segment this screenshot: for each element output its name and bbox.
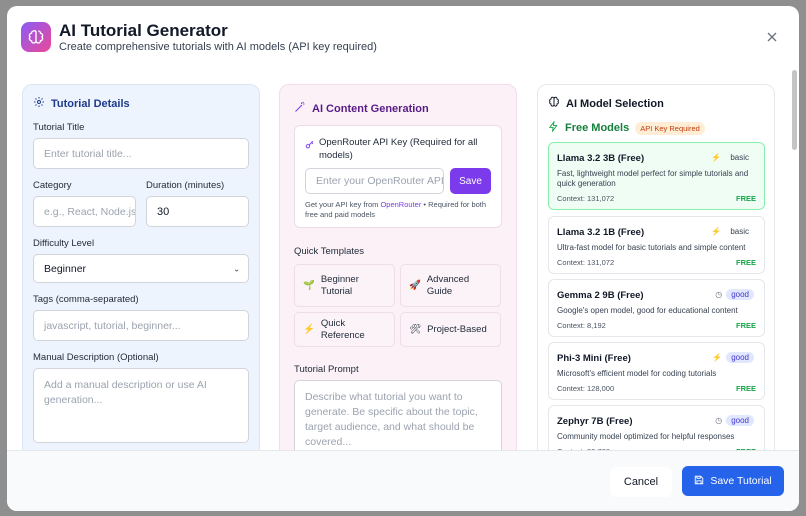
- difficulty-select[interactable]: Beginner ⌄: [33, 254, 249, 283]
- quick-templates-label: Quick Templates: [294, 246, 365, 257]
- duration-input[interactable]: 30: [146, 196, 249, 227]
- model-tier-badge: basic: [730, 227, 749, 236]
- model-name: Phi-3 Mini (Free): [557, 353, 631, 364]
- model-context: Context: 8,192: [557, 321, 606, 330]
- model-tier-badge: good: [726, 415, 754, 426]
- model-name: Llama 3.2 3B (Free): [557, 153, 645, 164]
- rocket-icon: 🚀: [409, 279, 421, 291]
- model-price: FREE: [735, 258, 756, 267]
- model-name: Llama 3.2 1B (Free): [557, 227, 645, 238]
- model-description: Fast, lightweight model perfect for simp…: [557, 169, 749, 188]
- lightning-icon: [548, 120, 559, 135]
- model-card-llama-1b[interactable]: Llama 3.2 1B (Free) ⚡ basic Ultra-fast mo…: [548, 216, 765, 274]
- model-selection-title: AI Model Selection: [548, 96, 664, 111]
- template-beginner-tutorial[interactable]: 🌱 Beginner Tutorial: [294, 264, 395, 307]
- clock-icon: ◷: [715, 416, 723, 425]
- tags-label: Tags (comma-separated): [33, 294, 139, 305]
- template-advanced-guide[interactable]: 🚀 Advanced Guide: [400, 264, 501, 307]
- seedling-icon: 🌱: [303, 279, 315, 291]
- save-tutorial-button[interactable]: Save Tutorial: [682, 466, 784, 496]
- dialog-title: AI Tutorial Generator: [59, 21, 228, 40]
- api-key-help: Get your API key from OpenRouter • Requi…: [305, 200, 487, 219]
- model-name: Gemma 2 9B (Free): [557, 290, 644, 301]
- dialog-scrollbar[interactable]: [792, 70, 797, 150]
- lightning-icon: ⚡: [712, 353, 723, 362]
- tutorial-prompt-textarea[interactable]: Describe what tutorial you want to gener…: [294, 380, 502, 460]
- cancel-button[interactable]: Cancel: [610, 467, 672, 497]
- model-description: Microsoft's efficient model for coding t…: [557, 369, 717, 378]
- lightning-icon: ⚡: [303, 323, 315, 335]
- description-textarea[interactable]: Add a manual description or use AI gener…: [33, 368, 249, 443]
- model-tier-badge: good: [726, 352, 754, 363]
- model-description: Google's open model, good for educationa…: [557, 306, 738, 315]
- model-price: FREE: [735, 384, 756, 393]
- magic-wand-icon: [294, 101, 306, 116]
- title-label: Tutorial Title: [33, 122, 85, 133]
- lightning-icon: ⚡: [711, 227, 722, 236]
- brain-icon: [548, 96, 560, 111]
- clock-icon: ◷: [715, 290, 723, 299]
- model-name: Zephyr 7B (Free): [557, 416, 633, 427]
- model-tier-badge: good: [726, 289, 754, 300]
- ai-model-selection-panel: AI Model Selection Free Models API Key R…: [537, 84, 775, 464]
- model-price: FREE: [735, 194, 756, 203]
- model-context: Context: 131,072: [557, 194, 615, 203]
- brain-icon: [21, 22, 51, 52]
- duration-label: Duration (minutes): [146, 180, 225, 191]
- tutorial-generator-dialog: AI Tutorial Generator Create comprehensi…: [7, 6, 799, 511]
- close-icon[interactable]: [765, 30, 779, 44]
- ai-content-generation-panel: AI Content Generation OpenRouter API Key…: [279, 84, 517, 464]
- save-api-key-button[interactable]: Save: [450, 168, 491, 194]
- template-quick-reference[interactable]: ⚡ Quick Reference: [294, 312, 395, 347]
- model-context: Context: 128,000: [557, 384, 615, 393]
- model-card-phi-3-mini[interactable]: Phi-3 Mini (Free) ⚡ good Microsoft's effi…: [548, 342, 765, 400]
- openrouter-link[interactable]: OpenRouter: [380, 200, 421, 209]
- category-label: Category: [33, 180, 72, 191]
- tutorial-title-input[interactable]: Enter tutorial title...: [33, 138, 249, 169]
- difficulty-label: Difficulty Level: [33, 238, 95, 249]
- model-card-llama-3b[interactable]: Llama 3.2 3B (Free) ⚡ basic Fast, lightwe…: [548, 142, 765, 210]
- model-description: Ultra-fast model for basic tutorials and…: [557, 243, 746, 252]
- dialog-footer: Cancel Save Tutorial: [7, 450, 799, 511]
- lightning-icon: ⚡: [711, 153, 722, 162]
- tutorial-prompt-label: Tutorial Prompt: [294, 364, 359, 375]
- model-context: Context: 131,072: [557, 258, 615, 267]
- gear-icon: [33, 96, 45, 111]
- model-tier-badge: basic: [730, 153, 749, 162]
- api-key-box: OpenRouter API Key (Required for all mod…: [294, 125, 502, 228]
- model-description: Community model optimized for helpful re…: [557, 432, 735, 441]
- api-key-required-badge: API Key Required: [635, 121, 705, 135]
- free-models-title: Free Models API Key Required: [548, 120, 705, 135]
- tags-input[interactable]: javascript, tutorial, beginner...: [33, 310, 249, 341]
- chevron-down-icon: ⌄: [233, 264, 240, 273]
- dialog-header: AI Tutorial Generator Create comprehensi…: [7, 6, 799, 70]
- tutorial-details-panel: Tutorial Details Tutorial Title Enter tu…: [22, 84, 260, 464]
- model-price: FREE: [735, 321, 756, 330]
- description-label: Manual Description (Optional): [33, 352, 159, 363]
- tutorial-details-title: Tutorial Details: [33, 96, 130, 111]
- floppy-disk-icon: [694, 475, 704, 488]
- category-input[interactable]: e.g., React, Node.js: [33, 196, 136, 227]
- template-project-based[interactable]: 🛠 Project-Based: [400, 312, 501, 347]
- api-key-title: OpenRouter API Key (Required for all mod…: [319, 137, 478, 161]
- api-key-input[interactable]: Enter your OpenRouter API key: [305, 168, 444, 194]
- model-card-gemma-9b[interactable]: Gemma 2 9B (Free) ◷ good Google's open mo…: [548, 279, 765, 337]
- ai-generation-title: AI Content Generation: [294, 101, 429, 116]
- dialog-subtitle: Create comprehensive tutorials with AI m…: [59, 41, 377, 53]
- key-icon: [305, 140, 315, 153]
- tools-icon: 🛠: [409, 323, 422, 335]
